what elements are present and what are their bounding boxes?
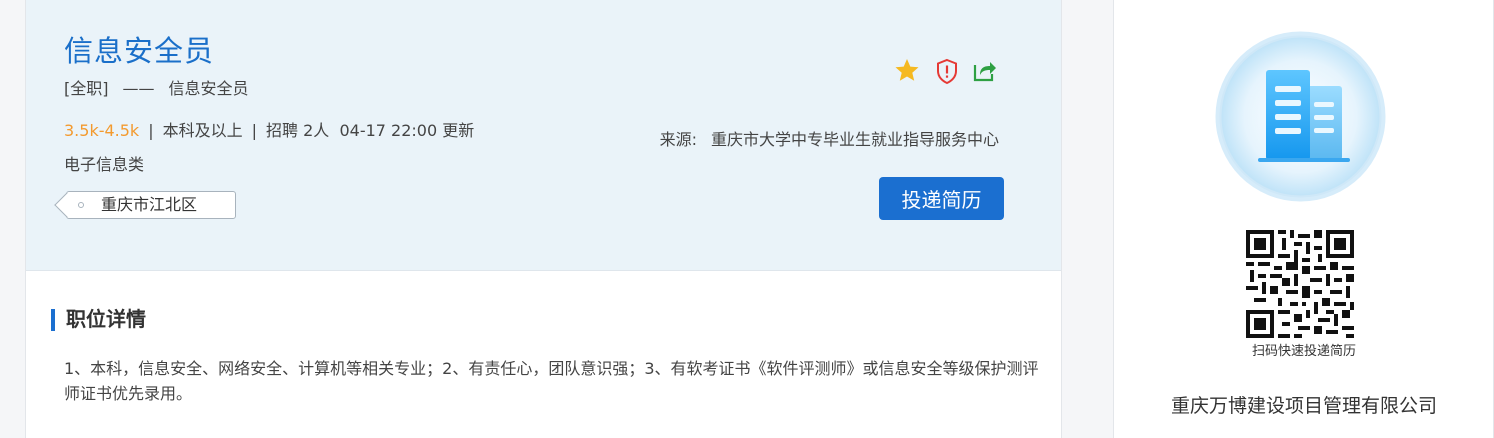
section-title: 职位详情 [51, 306, 146, 332]
qr-code[interactable] [1246, 230, 1354, 338]
qr-caption: 扫码快速投递简历 [1251, 344, 1356, 359]
salary: 3.5k-4.5k [64, 121, 140, 140]
source-value: 重庆市大学中专毕业生就业指导服务中心 [710, 130, 999, 149]
source-label: 来源: [659, 130, 697, 149]
job-header: 信息安全员 [全职] —— 信息安全员 3.5k-4.5k | 本科及以上 | 招聘 2人 … [26, 0, 1061, 271]
job-title: 信息安全员 [64, 34, 215, 68]
share-icon[interactable] [971, 56, 999, 86]
job-type-name: 信息安全员 [168, 79, 249, 98]
tag-hole [78, 202, 84, 208]
company-panel: 扫码快速投递简历 重庆万博建设项目管理有限公司 [1113, 0, 1494, 438]
building-icon[interactable] [1214, 30, 1387, 203]
star-icon[interactable] [893, 56, 921, 86]
job-type-tag: [全职] [64, 79, 109, 98]
job-description: 1、本科，信息安全、网络安全、计算机等相关专业；2、有责任心，团队意识强；3、有… [64, 359, 1039, 403]
location-label: 重庆市江北区 [101, 195, 198, 214]
update-time: 04-17 22:00 更新 [339, 121, 475, 140]
apply-button[interactable]: 投递简历 [879, 177, 1004, 220]
meta-separator: | [148, 121, 154, 140]
education-requirement: 本科及以上 [162, 121, 243, 140]
company-name[interactable]: 重庆万博建设项目管理有限公司 [1114, 391, 1494, 418]
job-category: 电子信息类 [64, 155, 145, 174]
tag-notch [54, 192, 80, 218]
recruit-count: 招聘 2人 [266, 121, 330, 140]
location-tag[interactable]: 重庆市江北区 [54, 191, 236, 219]
job-type-line: [全职] —— 信息安全员 [64, 75, 249, 99]
shield-alert-icon[interactable] [933, 56, 961, 86]
meta-separator: | [251, 121, 257, 140]
source-line: 来源: 重庆市大学中专毕业生就业指导服务中心 [660, 126, 999, 150]
job-meta: 3.5k-4.5k | 本科及以上 | 招聘 2人 04-17 22:00 更新 [64, 117, 474, 141]
job-actions [893, 56, 1003, 86]
job-card: 信息安全员 [全职] —— 信息安全员 3.5k-4.5k | 本科及以上 | 招聘 2人 … [25, 0, 1062, 438]
job-type-separator: —— [122, 79, 155, 98]
